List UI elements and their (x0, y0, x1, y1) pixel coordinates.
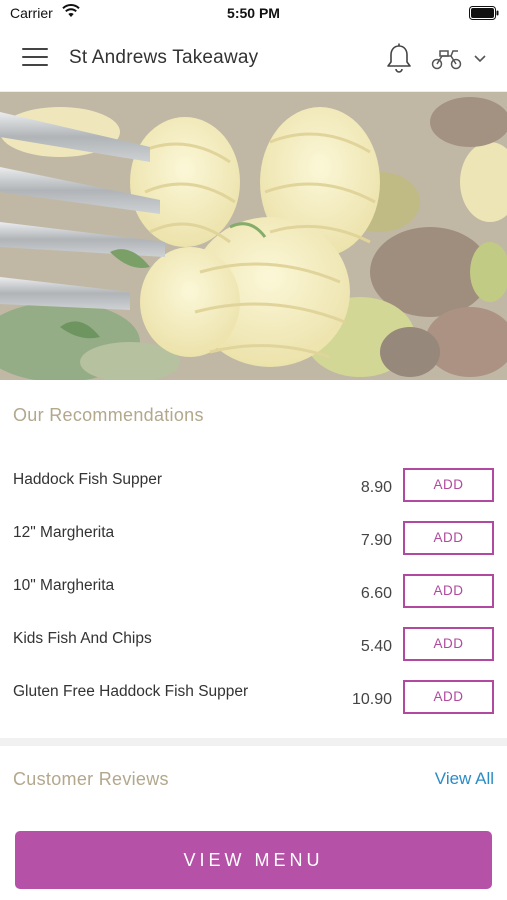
add-button[interactable]: ADD (403, 574, 494, 608)
reviews-title: Customer Reviews (13, 769, 169, 789)
item-price: 8.90 (360, 479, 392, 496)
hero-food-image (0, 92, 507, 380)
item-name: Haddock Fish Supper (13, 471, 163, 488)
item-name: 10" Margherita (13, 577, 115, 594)
item-name: 12" Margherita (13, 524, 115, 541)
status-bar: Carrier 5:50 PM (0, 0, 507, 26)
item-price: 7.90 (360, 532, 392, 549)
delivery-scooter-icon[interactable] (431, 48, 463, 70)
item-price: 6.60 (360, 585, 392, 602)
add-button[interactable]: ADD (403, 521, 494, 555)
add-button[interactable]: ADD (403, 627, 494, 661)
item-price: 5.40 (360, 638, 392, 655)
app-header: St Andrews Takeaway (0, 26, 507, 92)
list-item: Gluten Free Haddock Fish Supper 10.90 AD… (0, 680, 507, 722)
add-button[interactable]: ADD (403, 468, 494, 502)
battery-icon (469, 6, 499, 20)
page-title: St Andrews Takeaway (69, 47, 259, 68)
chevron-down-icon[interactable] (473, 54, 487, 64)
section-divider (0, 738, 507, 746)
list-item: 10" Margherita 6.60 ADD (0, 574, 507, 616)
recommendations-title: Our Recommendations (13, 405, 204, 425)
list-item: Kids Fish And Chips 5.40 ADD (0, 627, 507, 669)
item-name: Gluten Free Haddock Fish Supper (13, 683, 249, 700)
add-button[interactable]: ADD (403, 680, 494, 714)
hamburger-menu-icon[interactable] (22, 48, 48, 70)
item-price: 10.90 (351, 691, 392, 708)
list-item: 12" Margherita 7.90 ADD (0, 521, 507, 563)
bell-icon[interactable] (384, 42, 414, 74)
view-all-reviews-link[interactable]: View All (435, 769, 494, 789)
list-item: Haddock Fish Supper 8.90 ADD (0, 468, 507, 510)
item-name: Kids Fish And Chips (13, 630, 152, 647)
view-menu-button[interactable]: VIEW MENU (15, 831, 492, 889)
status-time: 5:50 PM (227, 5, 280, 21)
